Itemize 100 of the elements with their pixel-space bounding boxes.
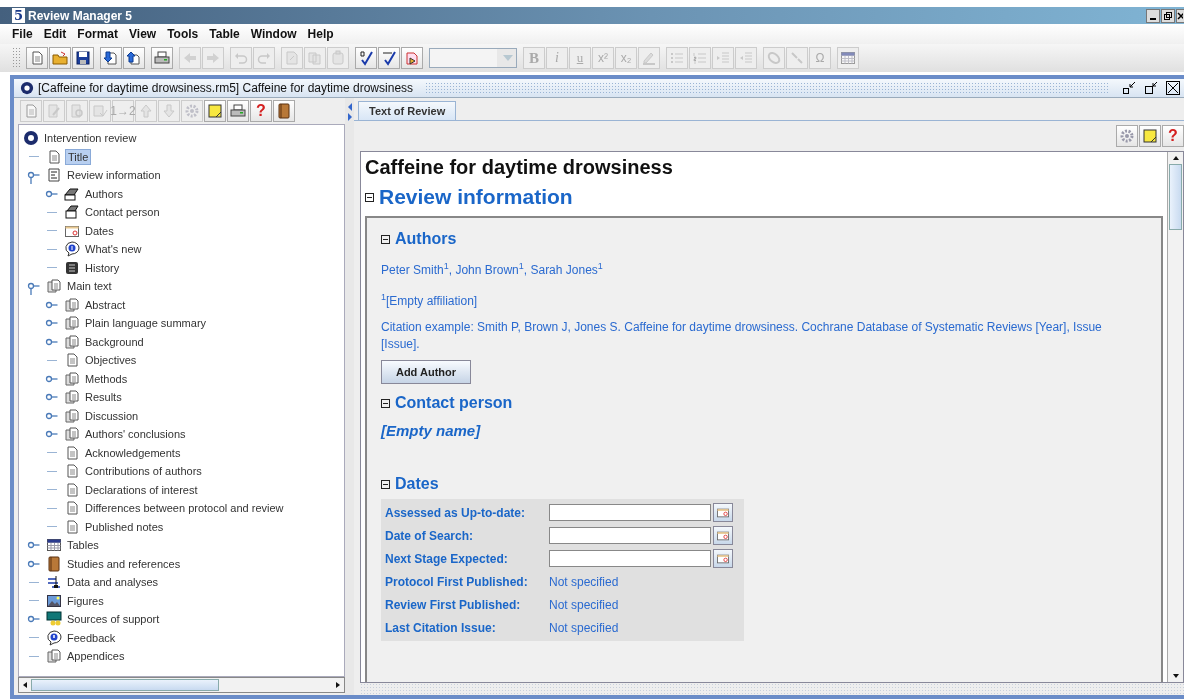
- up-icon: [138, 103, 154, 119]
- tree-item[interactable]: Figures: [65, 593, 106, 608]
- calendar-button[interactable]: [713, 526, 733, 545]
- scroll-thumb[interactable]: [31, 679, 219, 691]
- close-icon[interactable]: [1176, 8, 1184, 23]
- document-title: [Caffeine for daytime drowsiness.rm5] Caffeine for daytime drowsiness: [38, 81, 414, 95]
- menu-item[interactable]: File: [12, 27, 33, 41]
- collapse-icon[interactable]: [365, 192, 374, 202]
- tree-item[interactable]: Acknowledgements: [83, 445, 183, 460]
- restore-icon[interactable]: [1161, 8, 1175, 23]
- tree-item[interactable]: Authors' conclusions: [83, 427, 188, 442]
- note-icon: [1142, 128, 1158, 144]
- menu-item[interactable]: Table: [209, 27, 240, 41]
- note-icon: [207, 103, 223, 119]
- collapse-icon[interactable]: [381, 234, 390, 244]
- tree-item[interactable]: Published notes: [83, 519, 166, 534]
- menu-item[interactable]: Format: [77, 27, 118, 41]
- save-button[interactable]: [72, 47, 94, 69]
- tree-item[interactable]: Intervention review: [42, 131, 139, 146]
- export-icon: [126, 50, 142, 66]
- horizontal-scrollbar[interactable]: [18, 677, 345, 693]
- tree-item[interactable]: Authors: [83, 186, 125, 201]
- note-button[interactable]: [1139, 125, 1161, 147]
- tree-item[interactable]: Tables: [65, 538, 101, 553]
- pen-icon: [641, 50, 657, 66]
- book-button[interactable]: [273, 100, 295, 122]
- pages-icon: [64, 407, 80, 424]
- printer-button[interactable]: [227, 100, 249, 122]
- tree-item[interactable]: Differences between protocol and review: [83, 501, 286, 516]
- printer-button[interactable]: [151, 47, 173, 69]
- tree-item[interactable]: Methods: [83, 371, 130, 386]
- menu-item[interactable]: Window: [250, 27, 297, 41]
- calendar-button[interactable]: [713, 549, 733, 568]
- paste-icon: [330, 50, 346, 66]
- scroll-thumb[interactable]: [1169, 164, 1182, 230]
- tree-item[interactable]: Discussion: [83, 408, 141, 423]
- tree-item[interactable]: Appendices: [65, 649, 127, 664]
- tree-item[interactable]: Abstract: [83, 297, 128, 312]
- page-button[interactable]: [26, 47, 48, 69]
- form-icon: [46, 167, 62, 184]
- menu-item[interactable]: View: [129, 27, 157, 41]
- add-author-button[interactable]: Add Author: [381, 360, 471, 384]
- gear-icon: [1119, 128, 1135, 144]
- right-arrow-icon: [205, 50, 221, 66]
- date-field[interactable]: [549, 504, 711, 521]
- spellcheck-button[interactable]: [378, 47, 400, 69]
- tree-item[interactable]: Review information: [65, 168, 163, 183]
- calendar-button[interactable]: [713, 503, 733, 522]
- collapse-icon[interactable]: [381, 398, 390, 408]
- find-icon: [69, 103, 85, 119]
- tree-item[interactable]: Objectives: [83, 353, 139, 368]
- tree-item[interactable]: Contributions of authors: [83, 464, 204, 479]
- restore-icon[interactable]: [1144, 81, 1158, 95]
- close-icon[interactable]: [1166, 81, 1180, 95]
- splitter-handle[interactable]: [345, 98, 354, 695]
- help-button[interactable]: ?: [1162, 125, 1184, 147]
- pages-icon: [64, 370, 80, 387]
- tree-item[interactable]: What's new: [83, 242, 144, 257]
- menu-item[interactable]: Edit: [43, 27, 67, 41]
- tree-item[interactable]: Results: [83, 390, 124, 405]
- book-icon: [276, 103, 292, 119]
- tree-item[interactable]: Plain language summary: [83, 316, 209, 331]
- note-button[interactable]: [204, 100, 226, 122]
- menu-item[interactable]: Tools: [167, 27, 199, 41]
- tree-item[interactable]: Declarations of interest: [83, 482, 200, 497]
- collapse-icon[interactable]: [381, 479, 390, 489]
- help-button[interactable]: ?: [250, 100, 272, 122]
- tree-item[interactable]: Sources of support: [65, 612, 162, 627]
- tree-item[interactable]: Background: [83, 334, 146, 349]
- date-field[interactable]: [549, 550, 711, 567]
- gear-button[interactable]: [1116, 125, 1138, 147]
- date-label: Assessed as Up-to-date:: [385, 505, 527, 520]
- tree-item[interactable]: Main text: [65, 279, 114, 294]
- folder-icon: [52, 50, 68, 66]
- date-field[interactable]: [549, 527, 711, 544]
- check-button[interactable]: [355, 47, 377, 69]
- highlight-button[interactable]: [401, 47, 423, 69]
- tree-item[interactable]: Dates: [83, 223, 116, 238]
- tree-item[interactable]: Studies and references: [65, 556, 183, 571]
- export-button[interactable]: [123, 47, 145, 69]
- resize-grip[interactable]: [360, 683, 1184, 695]
- affiliation-text: $^{1}$[Empty affiliation]: [381, 291, 479, 310]
- minimize-icon[interactable]: [1122, 81, 1136, 95]
- tree-item[interactable]: Contact person: [83, 205, 162, 220]
- caret-icon: [503, 55, 513, 61]
- minimize-icon[interactable]: [1146, 8, 1160, 23]
- tree-item[interactable]: History: [83, 260, 122, 275]
- menu-item[interactable]: Help: [307, 27, 334, 41]
- pages-icon: [64, 296, 80, 313]
- page-icon: [46, 148, 62, 165]
- tree-item[interactable]: Title: [65, 148, 92, 165]
- page-icon: [64, 444, 80, 461]
- tab[interactable]: Text of Review: [358, 101, 457, 120]
- subsection-heading: Dates: [395, 475, 439, 493]
- pages-icon: [64, 333, 80, 350]
- folder-button[interactable]: [49, 47, 71, 69]
- tree-item[interactable]: Feedback: [65, 630, 118, 645]
- vertical-scrollbar[interactable]: [1167, 152, 1183, 682]
- import-button[interactable]: [100, 47, 122, 69]
- tree-item[interactable]: Data and analyses: [65, 575, 161, 590]
